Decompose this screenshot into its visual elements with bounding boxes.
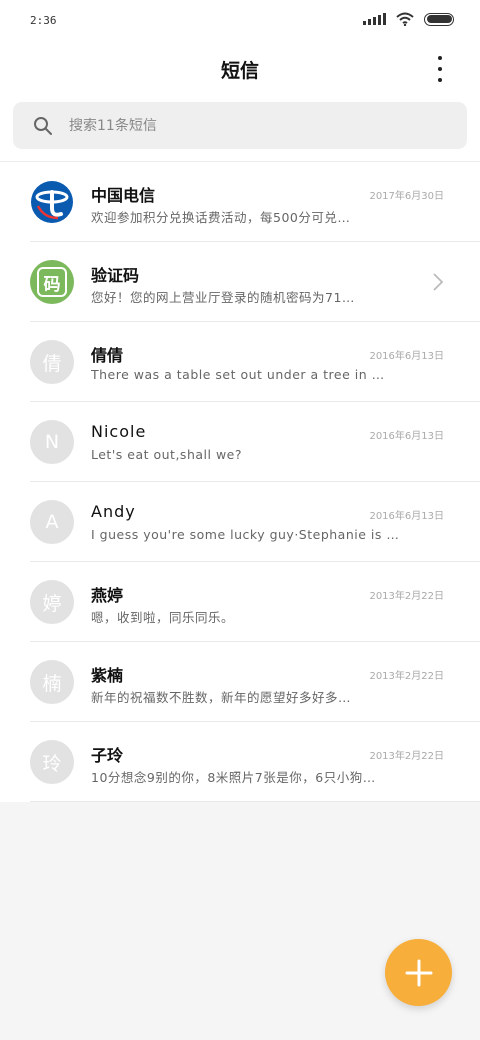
conversation-row[interactable]: 楠 紫楠 2013年2月22日 新年的祝福数不胜数，新年的愿望好多好多… — [0, 642, 480, 722]
contact-name: Nicole — [91, 422, 147, 441]
message-date: 2017年6月30日 — [369, 191, 444, 202]
more-options-icon[interactable] — [430, 56, 450, 82]
message-date: 2013年2月22日 — [369, 591, 444, 602]
avatar: 倩 — [30, 340, 74, 384]
avatar-initial: 码 — [37, 267, 67, 297]
contact-name: 中国电信 — [91, 186, 156, 205]
plus-icon — [405, 959, 432, 986]
message-preview: Let's eat out,shall we? — [91, 447, 242, 462]
message-preview: 嗯，收到啦，同乐同乐。 — [91, 610, 235, 625]
contact-name: 子玲 — [91, 746, 124, 765]
conversation-row[interactable]: 倩 倩倩 2016年6月13日 There was a table set ou… — [0, 322, 480, 402]
avatar: 楠 — [30, 660, 74, 704]
signal-icon — [363, 13, 386, 25]
status-bar: 2:36 — [0, 0, 480, 40]
contact-name: 紫楠 — [91, 666, 124, 685]
new-message-button[interactable] — [385, 939, 452, 1006]
status-time: 2:36 — [30, 14, 57, 27]
status-icons — [363, 12, 454, 26]
conversation-list: 中国电信 2017年6月30日 欢迎参加积分兑换话费活动，每500分可兑… 码 … — [0, 162, 480, 802]
avatar: A — [30, 500, 74, 544]
contact-name: Andy — [91, 502, 136, 521]
message-preview: 您好！您的网上营业厅登录的随机密码为71… — [91, 290, 355, 305]
message-date: 2013年2月22日 — [369, 751, 444, 762]
contact-name: 验证码 — [91, 266, 140, 285]
search-icon — [34, 117, 52, 135]
conversation-row[interactable]: 中国电信 2017年6月30日 欢迎参加积分兑换话费活动，每500分可兑… — [0, 162, 480, 242]
message-preview: 10分想念9别的你，8米照片7张是你，6只小狗… — [91, 770, 376, 785]
contact-name: 燕婷 — [91, 586, 124, 605]
china-telecom-logo-icon — [30, 180, 74, 224]
message-date: 2016年6月13日 — [369, 351, 444, 362]
search-bar[interactable] — [13, 102, 467, 149]
conversation-row[interactable]: 婷 燕婷 2013年2月22日 嗯，收到啦，同乐同乐。 — [0, 562, 480, 642]
conversation-row[interactable]: 玲 子玲 2013年2月22日 10分想念9别的你，8米照片7张是你，6只小狗… — [0, 722, 480, 802]
avatar: 婷 — [30, 580, 74, 624]
page-title: 短信 — [220, 60, 259, 82]
contact-name: 倩倩 — [91, 346, 124, 365]
message-preview: 欢迎参加积分兑换话费活动，每500分可兑… — [91, 210, 351, 225]
conversation-row[interactable]: N Nicole 2016年6月13日 Let's eat out,shall … — [0, 402, 480, 482]
battery-icon — [424, 12, 454, 26]
message-preview: 新年的祝福数不胜数，新年的愿望好多好多… — [91, 690, 352, 705]
message-date: 2013年2月22日 — [369, 671, 444, 682]
title-bar: 短信 — [0, 44, 480, 92]
message-preview: There was a table set out under a tree i… — [91, 367, 385, 382]
main-panel: 2:36 短信 搜索11条短信 中国电信 2017年6月30日 欢迎参加积分兑换… — [0, 0, 480, 802]
wifi-icon — [396, 12, 414, 26]
message-preview: I guess you're some lucky guy·Stephanie … — [91, 527, 400, 542]
chevron-right-icon[interactable] — [432, 272, 444, 292]
avatar: N — [30, 420, 74, 464]
search-input[interactable] — [69, 114, 449, 138]
message-date: 2016年6月13日 — [369, 511, 444, 522]
verification-code-avatar: 码 — [30, 260, 74, 304]
avatar: 玲 — [30, 740, 74, 784]
message-date: 2016年6月13日 — [369, 431, 444, 442]
conversation-row[interactable]: A Andy 2016年6月13日 I guess you're some lu… — [0, 482, 480, 562]
conversation-row[interactable]: 码 验证码 您好！您的网上营业厅登录的随机密码为71… — [0, 242, 480, 322]
